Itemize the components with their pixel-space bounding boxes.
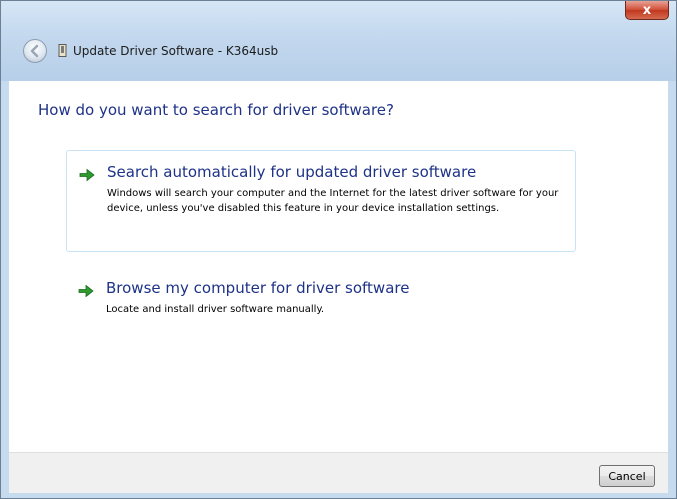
close-button[interactable]: x [625, 1, 669, 20]
option-description: Windows will search your computer and th… [107, 188, 559, 214]
green-arrow-icon [79, 168, 95, 182]
option-title: Search automatically for updated driver … [107, 163, 477, 181]
back-button[interactable] [23, 39, 47, 63]
option-search-automatically[interactable]: Search automatically for updated driver … [66, 150, 576, 252]
option-title: Browse my computer for driver software [106, 279, 410, 297]
option-description: Locate and install driver software manua… [106, 304, 325, 315]
option-browse-computer[interactable]: Browse my computer for driver software L… [66, 267, 576, 327]
device-icon [58, 44, 67, 57]
page-heading: How do you want to search for driver sof… [38, 101, 394, 119]
content-area: How do you want to search for driver sof… [9, 81, 668, 462]
title-bar[interactable]: x Update Driver Software - K364usb [1, 1, 676, 81]
dialog-footer: Cancel [9, 452, 668, 493]
green-arrow-icon [78, 284, 94, 298]
close-icon: x [642, 2, 652, 18]
dialog-window: x Update Driver Software - K364usb How d… [0, 0, 677, 499]
cancel-button[interactable]: Cancel [599, 465, 655, 487]
window-title: Update Driver Software - K364usb [73, 44, 279, 58]
back-arrow-icon [30, 44, 39, 58]
